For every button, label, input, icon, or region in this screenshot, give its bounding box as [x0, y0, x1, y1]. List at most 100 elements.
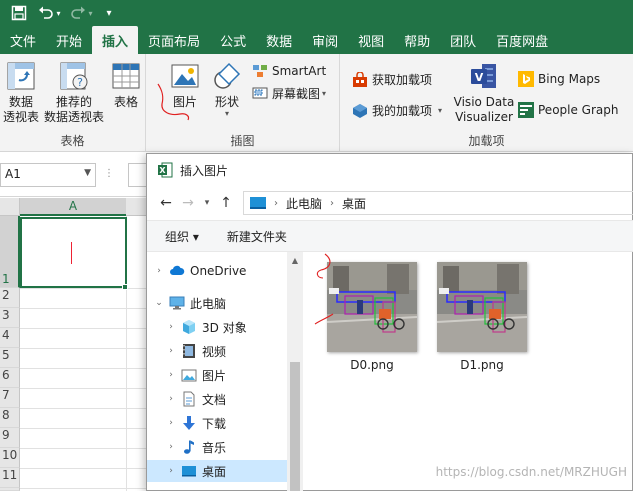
nav-item-downloads[interactable]: › 下载: [147, 412, 287, 434]
undo-icon[interactable]: ▾: [34, 0, 64, 26]
save-icon[interactable]: [4, 0, 34, 26]
expand-chevron-icon[interactable]: ›: [165, 346, 177, 356]
nav-item-label: 音乐: [202, 440, 227, 455]
table-button[interactable]: 表格: [108, 60, 144, 110]
nav-pane-scrollbar[interactable]: ▲: [287, 252, 303, 491]
name-box-dropdown-icon[interactable]: ▼: [84, 168, 91, 178]
nav-item-3d-objects[interactable]: › 3D 对象: [147, 316, 287, 338]
worksheet-grid[interactable]: A 1 2 3 4 5 6 7 8 9 10 11 12: [0, 198, 150, 491]
select-all-corner[interactable]: [0, 198, 20, 216]
expand-chevron-icon[interactable]: ›: [165, 466, 177, 476]
smartart-label: SmartArt: [272, 64, 327, 78]
organize-button[interactable]: 组织 ▾: [165, 228, 199, 245]
smartart-button[interactable]: SmartArt: [252, 63, 326, 79]
dialog-title-bar: X 插入图片: [147, 154, 633, 186]
recent-locations-icon[interactable]: ▾: [199, 198, 215, 208]
row-header-9[interactable]: 9: [0, 428, 20, 448]
svg-text:X: X: [159, 166, 166, 175]
name-box[interactable]: A1 ▼: [0, 163, 96, 187]
smartart-icon: [253, 65, 267, 77]
computer-icon: [169, 296, 185, 310]
row-header-1[interactable]: 1: [0, 216, 20, 288]
breadcrumb-desktop[interactable]: 桌面: [342, 195, 366, 212]
nav-item-documents[interactable]: › 文档: [147, 388, 287, 410]
row-header-11[interactable]: 11: [0, 468, 20, 488]
breadcrumb-this-pc[interactable]: 此电脑: [286, 195, 322, 212]
expand-chevron-icon[interactable]: ›: [165, 442, 177, 452]
tab-view[interactable]: 视图: [348, 26, 394, 54]
visio-data-visualizer-button[interactable]: V Visio Data Visualizer: [452, 60, 516, 125]
expand-chevron-icon[interactable]: ›: [165, 394, 177, 404]
forward-arrow-icon[interactable]: →: [177, 195, 199, 211]
scroll-up-arrow-icon[interactable]: ▲: [287, 256, 303, 265]
row-header-7[interactable]: 7: [0, 388, 20, 408]
row-header-3[interactable]: 3: [0, 308, 20, 328]
expand-chevron-icon[interactable]: ›: [165, 418, 177, 428]
dialog-navigation-bar: ← → ▾ ↑ › 此电脑 › 桌面: [147, 186, 633, 220]
nav-item-onedrive[interactable]: › OneDrive: [147, 260, 287, 282]
redo-icon[interactable]: ▾: [64, 0, 98, 26]
row-header-4[interactable]: 4: [0, 328, 20, 348]
tab-review[interactable]: 审阅: [302, 26, 348, 54]
row-header-10[interactable]: 10: [0, 448, 20, 468]
nav-item-desktop[interactable]: › 桌面: [147, 460, 287, 482]
recommended-pivot-button[interactable]: ? 推荐的 数据透视表: [42, 60, 106, 125]
row-header-2[interactable]: 2: [0, 288, 20, 308]
fill-handle[interactable]: [122, 284, 128, 290]
watermark: https://blog.csdn.net/MRZHUGH: [435, 465, 627, 479]
row-line: [20, 428, 150, 429]
row-header-8[interactable]: 8: [0, 408, 20, 428]
tab-page-layout[interactable]: 页面布局: [138, 26, 210, 54]
tab-team[interactable]: 团队: [440, 26, 486, 54]
tab-data[interactable]: 数据: [256, 26, 302, 54]
navigation-pane: › OneDrive ⌄ 此电脑 › 3D 对象 › 视频 › 图片 › 文档: [147, 252, 303, 491]
table-label: 表格: [113, 95, 138, 109]
collapse-chevron-icon[interactable]: ⌄: [153, 298, 165, 308]
row-header-6[interactable]: 6: [0, 368, 20, 388]
back-arrow-icon[interactable]: ←: [155, 195, 177, 211]
up-arrow-icon[interactable]: ↑: [215, 195, 237, 211]
visio-icon: V: [471, 64, 496, 88]
my-addins-button[interactable]: 我的加载项 ▾: [352, 102, 442, 119]
row-line: [20, 488, 150, 489]
tab-file[interactable]: 文件: [0, 26, 46, 54]
pivot-table-label-2: 透视表: [2, 110, 39, 124]
nav-item-music[interactable]: › 音乐: [147, 436, 287, 458]
file-item-d1[interactable]: D1.png: [425, 262, 527, 374]
recommended-pivot-icon: ?: [60, 62, 88, 90]
shapes-button[interactable]: 形状 ▾: [208, 60, 246, 118]
tab-formulas[interactable]: 公式: [210, 26, 256, 54]
group-tables-label: 表格: [60, 134, 85, 148]
3d-objects-icon: [183, 320, 195, 334]
nav-item-this-pc[interactable]: ⌄ 此电脑: [147, 292, 287, 314]
tab-insert[interactable]: 插入: [92, 26, 139, 54]
expand-chevron-icon[interactable]: ›: [165, 322, 177, 332]
ribbon-insert: 数据 透视表 ? 推荐的 数据透视表 表格 表格 图片 形状 ▾ SmartAr…: [0, 54, 633, 152]
tab-help[interactable]: 帮助: [394, 26, 440, 54]
scrollbar-thumb[interactable]: [290, 362, 300, 491]
screenshot-button[interactable]: 屏幕截图 ▾: [252, 85, 326, 102]
customize-icon[interactable]: ▾: [98, 0, 120, 26]
active-cell-a1[interactable]: [20, 217, 127, 288]
nav-item-pictures[interactable]: › 图片: [147, 364, 287, 386]
bing-maps-button[interactable]: Bing Maps: [518, 71, 600, 87]
formula-input[interactable]: [128, 163, 148, 187]
tab-home[interactable]: 开始: [46, 26, 92, 54]
get-addins-button[interactable]: 获取加载项: [352, 71, 432, 88]
row-header-5[interactable]: 5: [0, 348, 20, 368]
expand-chevron-icon[interactable]: ›: [165, 370, 177, 380]
new-folder-button[interactable]: 新建文件夹: [227, 228, 287, 245]
column-header-a[interactable]: A: [20, 198, 126, 216]
nav-item-videos[interactable]: › 视频: [147, 340, 287, 362]
tab-baidu-netdisk[interactable]: 百度网盘: [486, 26, 558, 54]
row-line: [20, 468, 150, 469]
people-graph-button[interactable]: People Graph: [518, 102, 619, 118]
my-addins-label: 我的加载项: [372, 104, 433, 118]
recommended-pivot-label-1: 推荐的: [55, 95, 92, 109]
nav-item-label: 此电脑: [190, 296, 227, 311]
visio-label-2: Visualizer: [455, 110, 513, 124]
desktop-icon: [250, 197, 266, 209]
address-bar[interactable]: › 此电脑 › 桌面: [243, 191, 633, 215]
expand-chevron-icon[interactable]: ›: [153, 266, 165, 276]
pivot-table-button[interactable]: 数据 透视表: [0, 60, 42, 125]
